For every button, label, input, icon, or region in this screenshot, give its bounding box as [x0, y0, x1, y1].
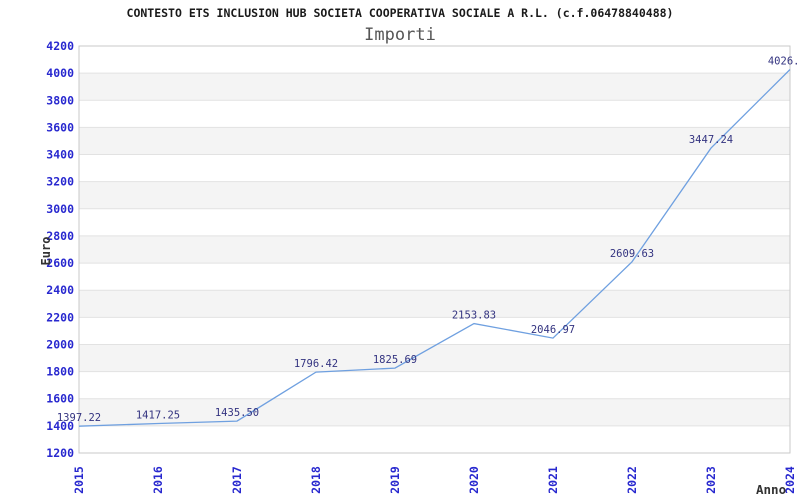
- y-tick-label: 1600: [46, 392, 74, 406]
- x-tick-label: 2017: [230, 466, 244, 494]
- x-tick-label: 2023: [704, 466, 718, 494]
- plot-band: [79, 344, 790, 372]
- y-axis-label: Euro: [39, 236, 53, 266]
- chart-page: { "chart_data": { "type": "line", "title…: [0, 0, 800, 500]
- data-label: 3447.24: [689, 134, 733, 146]
- y-tick-label: 3600: [46, 120, 74, 134]
- x-tick-label: 2022: [625, 466, 639, 494]
- data-label: 1397.22: [57, 412, 101, 424]
- y-tick-label: 3400: [46, 148, 74, 162]
- plot-band: [79, 290, 790, 318]
- y-tick-label: 2000: [46, 338, 74, 352]
- plot-band: [79, 181, 790, 209]
- x-tick-label: 2021: [546, 466, 560, 494]
- y-tick-label: 3000: [46, 202, 74, 216]
- data-label: 1435.50: [215, 407, 259, 419]
- y-tick-label: 2400: [46, 283, 74, 297]
- y-tick-label: 3200: [46, 175, 74, 189]
- data-label: 2153.83: [452, 310, 496, 322]
- x-axis-label: Anno: [756, 482, 787, 497]
- y-tick-label: 1200: [46, 446, 74, 460]
- plot-band: [79, 73, 790, 101]
- x-tick-label: 2018: [309, 466, 323, 494]
- plot-band: [79, 127, 790, 155]
- plot-band: [79, 398, 790, 426]
- data-label: 1796.42: [294, 358, 338, 370]
- y-tick-label: 4000: [46, 66, 74, 80]
- x-tick-label: 2020: [467, 466, 481, 494]
- y-tick-label: 1800: [46, 365, 74, 379]
- y-tick-label: 3800: [46, 93, 74, 107]
- plot-band: [79, 235, 790, 264]
- line-chart: 1200140016001800200022002400260028003000…: [46, 39, 800, 494]
- x-tick-label: 2016: [151, 466, 165, 494]
- data-label: 1417.25: [136, 410, 180, 422]
- x-tick-label: 2015: [72, 466, 86, 494]
- y-tick-label: 4200: [46, 39, 74, 53]
- data-label: 2046.97: [531, 324, 575, 336]
- data-label: 4026.85: [768, 56, 800, 68]
- data-label: 1825.69: [373, 354, 417, 366]
- data-label: 2609.63: [610, 248, 654, 260]
- y-tick-label: 2200: [46, 310, 74, 324]
- x-tick-label: 2019: [388, 466, 402, 494]
